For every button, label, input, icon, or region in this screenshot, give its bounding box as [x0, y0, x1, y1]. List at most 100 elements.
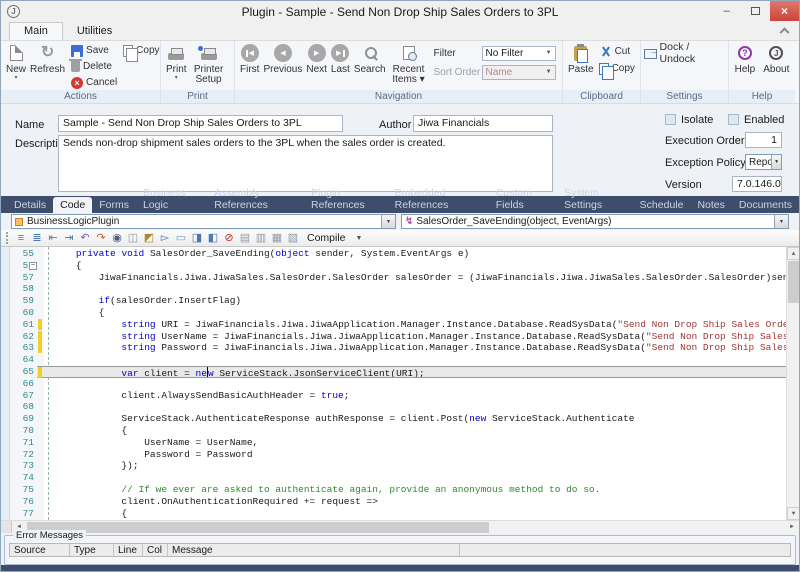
minimize-button[interactable]: – [712, 1, 741, 21]
tab-notes[interactable]: Notes [690, 197, 731, 213]
chevron-down-icon[interactable]: ▼ [381, 215, 395, 228]
cancel-button[interactable]: × Cancel [71, 75, 117, 90]
filter-select[interactable]: No Filter ▼ [482, 46, 556, 61]
isolate-checkbox[interactable] [665, 114, 676, 125]
first-button[interactable]: ◀ First [238, 43, 261, 75]
code-text[interactable]: UserName = UserName, [44, 437, 786, 449]
paste-button[interactable]: Paste [566, 43, 596, 75]
print-button[interactable]: Print ▾ [164, 43, 189, 81]
error-column-col[interactable]: Col [143, 544, 168, 556]
code-text[interactable]: JiwaFinancials.Jiwa.JiwaSales.SalesOrder… [44, 272, 786, 284]
method-select[interactable]: ↯ SalesOrder_SaveEnding(object, EventArg… [401, 214, 789, 229]
code-text[interactable] [44, 283, 786, 295]
chevron-down-icon[interactable]: ▼ [774, 215, 788, 228]
outdent-icon[interactable]: ⇤ [45, 231, 61, 246]
previous-button[interactable]: ◀ Previous [261, 43, 304, 75]
error-column-type[interactable]: Type [70, 544, 114, 556]
save-button[interactable]: Save [71, 43, 117, 58]
tab-documents[interactable]: Documents [732, 197, 799, 213]
bookmark-next-icon[interactable]: ◨ [189, 231, 205, 246]
pointer-icon[interactable]: ▻ [157, 231, 173, 246]
format-selection-icon[interactable]: ≣ [29, 231, 45, 246]
tab-business-logic[interactable]: Business Logic [136, 185, 207, 213]
tab-forms[interactable]: Forms [92, 197, 136, 213]
tab-assembly-references[interactable]: Assembly References [207, 185, 304, 213]
code-text[interactable]: string UserName = JiwaFinancials.Jiwa.Ji… [44, 331, 786, 343]
code-text[interactable]: Password = Password [44, 449, 786, 461]
tab-details[interactable]: Details [7, 197, 53, 213]
refresh-button[interactable]: ↻ Refresh [28, 43, 67, 75]
error-column-source[interactable]: Source [10, 544, 70, 556]
breakpoints-window-icon[interactable]: ▤ [237, 231, 253, 246]
code-text[interactable]: string URI = JiwaFinancials.Jiwa.JiwaApp… [44, 319, 786, 331]
code-text[interactable]: ServiceStack.AuthenticateResponse authRe… [44, 413, 786, 425]
code-text[interactable]: string Password = JiwaFinancials.Jiwa.Ji… [44, 342, 786, 354]
fold-collapse-icon[interactable]: − [29, 262, 37, 270]
code-text[interactable] [44, 378, 786, 390]
error-column-message[interactable]: Message [168, 544, 460, 556]
tab-system-settings[interactable]: System Settings [557, 185, 633, 213]
code-text[interactable]: var client = new ServiceStack.JsonServic… [44, 366, 786, 378]
cut-button[interactable]: Cut [599, 44, 635, 59]
clipboard-copy-button[interactable]: Copy [599, 61, 635, 76]
scroll-down-icon[interactable]: ▼ [787, 507, 799, 520]
code-editor[interactable]: 55 private void SalesOrder_SaveEnding(ob… [1, 247, 799, 520]
delete-button[interactable]: Delete [71, 59, 117, 74]
select-block-icon[interactable]: ◫ [125, 231, 141, 246]
execution-order-field[interactable]: 1 [745, 132, 782, 148]
insert-snippet-icon[interactable]: ◩ [141, 231, 157, 246]
name-field[interactable]: Sample - Send Non Drop Ship Sales Orders… [58, 115, 343, 132]
code-text[interactable]: client.OnAuthenticationRequired += reque… [44, 496, 786, 508]
toolbar-grip[interactable] [6, 232, 10, 244]
maximize-button[interactable] [741, 1, 770, 21]
dock-undock-button[interactable]: → Dock / Undock [644, 45, 725, 60]
code-text[interactable]: { [44, 508, 786, 520]
undo-icon[interactable]: ↶ [77, 231, 93, 246]
author-field[interactable]: Jiwa Financials [413, 115, 553, 132]
code-text[interactable]: if(salesOrder.InsertFlag) [44, 295, 786, 307]
description-field[interactable]: Sends non-drop shipment sales orders to … [58, 135, 553, 192]
find-icon[interactable]: ◉ [109, 231, 125, 246]
tab-custom-fields[interactable]: Custom Fields [489, 185, 557, 213]
code-text[interactable]: // If we ever are asked to authenticate … [44, 484, 786, 496]
tab-code[interactable]: Code [53, 197, 92, 213]
chevron-down-icon[interactable]: ▼ [771, 155, 781, 169]
bookmark-prev-icon[interactable]: ◧ [205, 231, 221, 246]
last-button[interactable]: ▶ Last [329, 43, 352, 75]
bookmark-icon[interactable]: ▭ [173, 231, 189, 246]
close-button[interactable]: × [770, 1, 799, 21]
watch-window-icon[interactable]: ▥ [253, 231, 269, 246]
code-text[interactable] [44, 472, 786, 484]
exception-policy-select[interactable]: Report ▼ [745, 154, 782, 170]
enabled-checkbox[interactable] [728, 114, 739, 125]
format-document-icon[interactable]: ≡ [13, 231, 29, 246]
compile-button[interactable]: Compile [301, 231, 352, 245]
redo-icon[interactable]: ↷ [93, 231, 109, 246]
tab-plugin-references[interactable]: Plugin References [304, 185, 388, 213]
vertical-scroll-thumb[interactable] [788, 261, 799, 303]
copy-button[interactable]: Copy [123, 43, 159, 58]
help-button[interactable]: ? Help [733, 43, 758, 75]
code-text[interactable] [44, 401, 786, 413]
scroll-right-icon[interactable]: ► [785, 521, 799, 533]
search-button[interactable]: Search [352, 43, 388, 75]
ribbon-tab-utilities[interactable]: Utilities [63, 23, 126, 40]
code-text[interactable]: private void SalesOrder_SaveEnding(objec… [44, 248, 786, 260]
editor-vertical-scrollbar[interactable]: ▲ ▼ [786, 247, 799, 520]
code-text[interactable]: { [44, 425, 786, 437]
scroll-up-icon[interactable]: ▲ [787, 247, 799, 260]
indent-icon[interactable]: ⇥ [61, 231, 77, 246]
locals-window-icon[interactable]: ▦ [269, 231, 285, 246]
ribbon-tab-main[interactable]: Main [9, 22, 63, 40]
next-button[interactable]: ▶ Next [304, 43, 329, 75]
output-window-icon[interactable]: ▧ [285, 231, 301, 246]
code-text[interactable]: client.AlwaysSendBasicAuthHeader = true; [44, 390, 786, 402]
error-column-line[interactable]: Line [114, 544, 143, 556]
code-text[interactable] [44, 354, 786, 366]
horizontal-scroll-thumb[interactable] [27, 522, 489, 533]
version-field[interactable]: 7.0.146.0 [732, 176, 782, 192]
class-select[interactable]: BusinessLogicPlugin ▼ [11, 214, 396, 229]
toolbar-overflow-icon[interactable]: ▼ [352, 235, 367, 242]
code-text[interactable]: { [44, 260, 786, 272]
ribbon-collapse-button[interactable] [781, 26, 791, 36]
